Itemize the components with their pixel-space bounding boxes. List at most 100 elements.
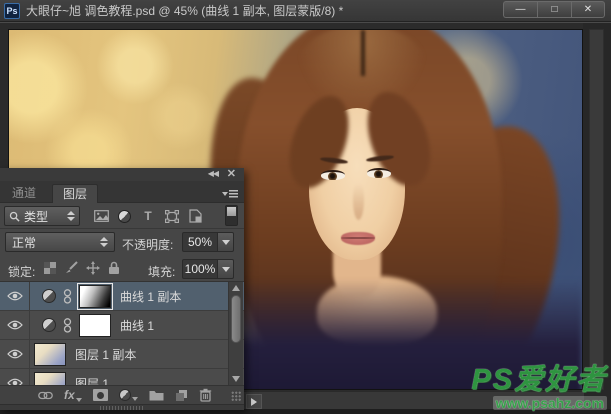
lock-paint-brush-icon[interactable] [64, 261, 78, 275]
layers-panel: ◀◀ ✕ 通道 图层 类型 T [0, 168, 244, 410]
layer-style-button[interactable]: fx [64, 388, 82, 402]
layer-thumbnail[interactable] [34, 343, 66, 366]
add-layer-mask-button[interactable] [93, 389, 108, 401]
maximize-button[interactable]: □ [537, 1, 571, 18]
link-layers-button[interactable] [38, 391, 53, 400]
visibility-toggle[interactable] [0, 340, 30, 368]
layer-mask-thumbnail[interactable] [79, 314, 111, 337]
layer-mask-thumbnail[interactable] [79, 285, 111, 308]
grip-lines-icon [100, 406, 144, 410]
panel-close-button[interactable]: ✕ [227, 167, 236, 180]
fill-value[interactable]: 100% [182, 259, 218, 279]
watermark-url: www.psahz.com [493, 396, 607, 410]
panel-header: ◀◀ ✕ [0, 168, 244, 181]
mask-link-icon[interactable] [63, 318, 72, 333]
filter-type-layers-icon[interactable]: T [139, 207, 157, 225]
layer-mask-icon [93, 389, 108, 401]
lock-transparency-icon[interactable] [44, 262, 56, 274]
layer-name[interactable]: 曲线 1 [120, 317, 154, 334]
lock-row: 锁定: 填充: 100% [0, 256, 244, 282]
curves-adjustment-icon[interactable] [42, 289, 56, 303]
fill-dropdown-button[interactable] [217, 259, 234, 279]
layer-row-curves-1-copy[interactable]: 曲线 1 副本 [0, 282, 244, 311]
photo-iris [374, 170, 383, 178]
panel-tab-bar: 通道 图层 [0, 181, 244, 203]
filter-type-dropdown[interactable]: 类型 [4, 206, 80, 226]
close-button[interactable]: ✕ [571, 1, 605, 18]
layer-name[interactable]: 图层 1 副本 [75, 346, 136, 363]
photo-nose [353, 180, 364, 220]
visibility-toggle[interactable] [0, 282, 30, 310]
layer-thumbnail[interactable] [34, 372, 66, 386]
down-arrow-icon [222, 267, 230, 272]
photo-lips [341, 232, 375, 245]
photo-eye [367, 168, 391, 178]
layers-panel-toolbar: fx [0, 385, 244, 404]
eye-icon [7, 349, 23, 359]
filter-shape-layers-icon[interactable] [163, 207, 181, 225]
mask-link-icon[interactable] [63, 289, 72, 304]
visibility-toggle[interactable] [0, 369, 30, 385]
right-arrow-icon [251, 398, 257, 406]
vertical-scrollbar-area [583, 23, 611, 414]
layer-list-scrollbar[interactable] [228, 282, 243, 385]
vertical-scrollbar-track[interactable] [589, 29, 604, 390]
eye-icon [7, 320, 23, 330]
collapse-to-icons-button[interactable]: ◀◀ [208, 169, 218, 178]
layer-row-layer-1-copy[interactable]: 图层 1 副本 [0, 340, 244, 369]
adjustment-circle-icon [118, 210, 131, 223]
fx-icon: fx [64, 388, 75, 402]
title-bar: Ps 大眼仔~旭 调色教程.psd @ 45% (曲线 1 副本, 图层蒙版/8… [0, 0, 611, 22]
lock-all-icon[interactable] [108, 261, 120, 275]
visibility-toggle[interactable] [0, 311, 30, 339]
photoshop-window: Ps 大眼仔~旭 调色教程.psd @ 45% (曲线 1 副本, 图层蒙版/8… [0, 0, 611, 414]
photo-hair-part [361, 30, 365, 76]
scroll-right-button[interactable] [246, 394, 262, 409]
photoshop-app-icon: Ps [4, 3, 20, 19]
delete-layer-button[interactable] [199, 388, 212, 402]
window-controls: — □ ✕ [503, 1, 605, 18]
dropdown-updown-icon [100, 237, 108, 247]
curves-adjustment-icon[interactable] [42, 318, 56, 332]
new-group-button[interactable] [149, 389, 164, 401]
layer-name[interactable]: 图层 1 [75, 375, 109, 386]
watermark-logo-text: PS爱好者 [471, 366, 607, 395]
eye-icon [7, 291, 23, 301]
scroll-up-icon[interactable] [232, 285, 240, 291]
filter-smart-objects-icon[interactable] [186, 207, 204, 225]
new-adjustment-layer-button[interactable] [119, 389, 138, 401]
layer-row-layer-1[interactable]: 图层 1 [0, 369, 244, 385]
panel-resize-grip[interactable] [231, 391, 242, 402]
filter-icon-buttons: T [92, 206, 204, 226]
blend-mode-dropdown[interactable]: 正常 [5, 232, 115, 252]
down-arrow-icon [222, 240, 230, 245]
tab-channels[interactable]: 通道 [2, 184, 46, 203]
layer-filter-row: 类型 T [0, 203, 244, 229]
minimize-button[interactable]: — [503, 1, 537, 18]
scroll-down-icon[interactable] [232, 376, 240, 382]
blend-mode-row: 正常 不透明度: 50% [0, 229, 244, 256]
scrollbar-thumb[interactable] [231, 295, 241, 343]
opacity-value[interactable]: 50% [182, 232, 218, 252]
opacity-label: 不透明度: [122, 236, 173, 253]
photo-eye [321, 170, 345, 180]
panel-menu-button[interactable] [222, 189, 238, 199]
fill-label: 填充: [148, 263, 175, 280]
filter-on-off-toggle[interactable] [225, 205, 238, 226]
layer-row-curves-1[interactable]: 曲线 1 [0, 311, 244, 340]
menu-triangle-icon [222, 192, 228, 196]
layer-list: 曲线 1 副本 曲线 1 图层 1 副本 [0, 282, 244, 385]
panel-resize-handle[interactable] [0, 404, 244, 410]
layer-name[interactable]: 曲线 1 副本 [120, 288, 181, 305]
filter-pixel-layers-icon[interactable] [92, 207, 110, 225]
opacity-dropdown-button[interactable] [217, 232, 234, 252]
search-icon [9, 211, 20, 222]
down-arrow-icon [132, 397, 138, 401]
filter-adjustment-layers-icon[interactable] [116, 207, 134, 225]
window-title: 大眼仔~旭 调色教程.psd @ 45% (曲线 1 副本, 图层蒙版/8) * [26, 2, 343, 19]
lock-position-icon[interactable] [86, 261, 100, 275]
new-layer-button[interactable] [175, 389, 188, 402]
tab-layers[interactable]: 图层 [52, 184, 98, 203]
adjustment-circle-icon [119, 389, 131, 401]
site-watermark: PS爱好者 www.psahz.com [471, 366, 607, 412]
